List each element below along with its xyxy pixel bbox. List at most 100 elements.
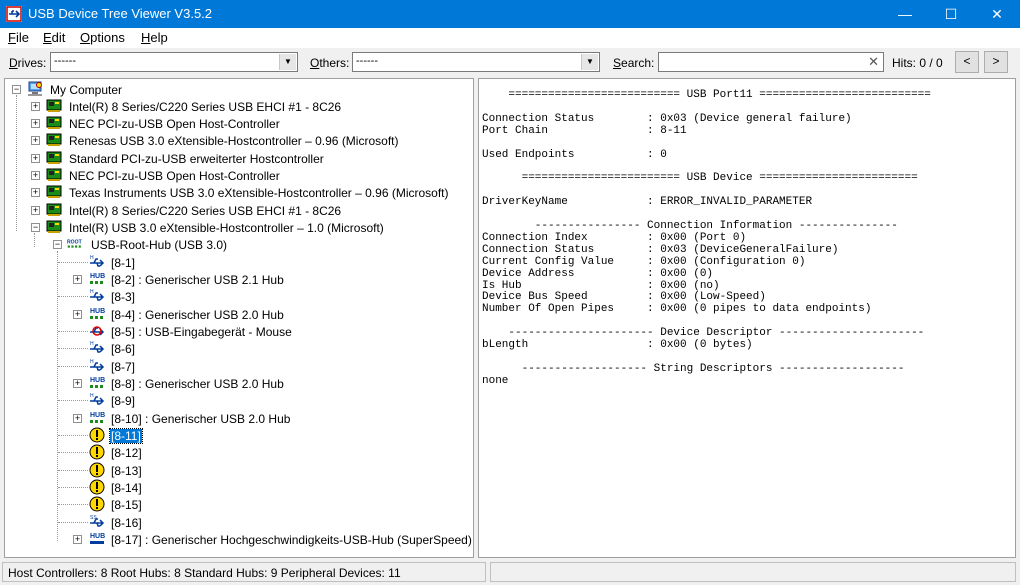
others-select[interactable]: ------ ▼ <box>352 52 600 72</box>
port-node[interactable]: + HUB [8-4] : Generischer USB 2.0 Hub <box>5 306 465 323</box>
usb-port-icon: H <box>90 393 105 405</box>
next-hit-button[interactable]: > <box>984 51 1008 73</box>
expand-icon[interactable]: + <box>31 102 40 111</box>
expand-icon[interactable]: + <box>73 310 82 319</box>
svg-text:HUB: HUB <box>90 533 105 540</box>
host-controller-node[interactable]: − Intel(R) USB 3.0 eXtensible-Hostcontro… <box>5 219 465 236</box>
status-pane-secondary <box>490 562 1016 582</box>
expand-icon[interactable]: + <box>31 188 40 197</box>
computer-icon <box>28 81 42 96</box>
status-bar: Host Controllers: 8 Root Hubs: 8 Standar… <box>0 560 1020 585</box>
usb-port-icon: H <box>90 359 105 371</box>
warning-icon <box>89 427 105 443</box>
menu-options[interactable]: Options <box>80 30 125 45</box>
host-controller-node[interactable]: + Intel(R) 8 Series/C220 Series USB EHCI… <box>5 98 465 115</box>
pci-card-icon <box>46 116 62 129</box>
clear-search-icon[interactable]: ✕ <box>868 54 879 70</box>
menu-file[interactable]: File <box>8 30 29 45</box>
port-label: [8-16] <box>111 516 142 530</box>
detail-panel[interactable]: ========================== USB Port11 ==… <box>478 78 1016 558</box>
port-node[interactable]: [8-12] <box>5 444 465 461</box>
search-label: Search: <box>613 56 655 70</box>
port-label: [8-14] <box>111 481 142 495</box>
usb-hub-icon: HUB <box>90 412 105 423</box>
device-tree[interactable]: − My Computer + Intel(R) 8 Series/C220 S… <box>4 78 474 558</box>
pci-card-icon <box>46 220 62 233</box>
tree-connector <box>58 366 88 367</box>
port-label: [8-1] <box>111 256 136 270</box>
host-controller-label: NEC PCI-zu-USB Open Host-Controller <box>69 169 280 183</box>
search-box[interactable]: ✕ <box>658 52 884 72</box>
host-controller-node[interactable]: + NEC PCI-zu-USB Open Host-Controller <box>5 167 465 184</box>
host-controller-node[interactable]: + Intel(R) 8 Series/C220 Series USB EHCI… <box>5 202 465 219</box>
expand-icon[interactable]: + <box>31 206 40 215</box>
drives-value: ------ <box>54 55 76 67</box>
expand-icon[interactable]: + <box>73 275 82 284</box>
search-input[interactable] <box>661 54 865 72</box>
pci-card-icon <box>46 168 62 181</box>
tree-connector <box>58 487 88 488</box>
host-controller-node[interactable]: + Texas Instruments USB 3.0 eXtensible-H… <box>5 184 465 201</box>
port-label: [8-12] <box>111 446 142 460</box>
expand-icon[interactable]: + <box>31 119 40 128</box>
minimize-button[interactable]: — <box>882 0 928 28</box>
expand-icon[interactable]: + <box>73 414 82 423</box>
port-node[interactable]: H [8-7] <box>5 358 465 375</box>
pci-card-icon <box>46 151 62 164</box>
root-hub-node[interactable]: − ROOT USB-Root-Hub (USB 3.0) <box>5 236 465 253</box>
chevron-down-icon[interactable]: ▼ <box>279 54 296 70</box>
close-button[interactable]: ✕ <box>974 0 1020 28</box>
port-node[interactable]: + HUB [8-8] : Generischer USB 2.0 Hub <box>5 375 465 392</box>
port-node[interactable]: H [8-1] <box>5 254 465 271</box>
port-label: [8-10] : Generischer USB 2.0 Hub <box>111 412 291 426</box>
expand-icon[interactable]: + <box>31 136 40 145</box>
expand-icon[interactable]: + <box>73 535 82 544</box>
svg-text:HUB: HUB <box>90 412 105 419</box>
host-controller-node[interactable]: + NEC PCI-zu-USB Open Host-Controller <box>5 115 465 132</box>
port-node-selected[interactable]: [8-11] <box>5 427 465 444</box>
collapse-icon[interactable]: − <box>31 223 40 232</box>
port-node[interactable]: [8-5] : USB-Eingabegerät - Mouse <box>5 323 465 340</box>
port-node[interactable]: [8-13] <box>5 462 465 479</box>
tree-root-node[interactable]: − My Computer <box>5 81 465 98</box>
port-label: [8-2] : Generischer USB 2.1 Hub <box>111 273 284 287</box>
expand-icon[interactable]: + <box>73 379 82 388</box>
host-controller-node[interactable]: + Standard PCI-zu-USB erweiterter Hostco… <box>5 150 465 167</box>
collapse-icon[interactable]: − <box>12 85 21 94</box>
port-node[interactable]: H [8-9] <box>5 392 465 409</box>
root-hub-label: USB-Root-Hub (USB 3.0) <box>91 238 228 252</box>
collapse-icon[interactable]: − <box>53 240 62 249</box>
warning-icon <box>89 444 105 460</box>
host-controller-node[interactable]: + Renesas USB 3.0 eXtensible-Hostcontrol… <box>5 132 465 149</box>
chevron-down-icon[interactable]: ▼ <box>581 54 598 70</box>
port-node[interactable]: + HUB [8-17] : Generischer Hochgeschwind… <box>5 531 472 548</box>
tree-connector <box>58 504 88 505</box>
port-node[interactable]: SS [8-16] <box>5 514 465 531</box>
host-controller-label: Standard PCI-zu-USB erweiterter Hostcont… <box>69 152 324 166</box>
previous-hit-button[interactable]: < <box>955 51 979 73</box>
port-label: [8-9] <box>111 394 136 408</box>
port-label: [8-3] <box>111 290 136 304</box>
warning-icon <box>89 496 105 512</box>
port-label: [8-5] : USB-Eingabegerät - Mouse <box>111 325 292 339</box>
port-node[interactable]: + HUB [8-10] : Generischer USB 2.0 Hub <box>5 410 465 427</box>
menu-bar: File Edit Options Help <box>0 28 1020 48</box>
port-node[interactable]: [8-14] <box>5 479 465 496</box>
tree-connector <box>58 348 88 349</box>
expand-icon[interactable]: + <box>31 154 40 163</box>
port-node[interactable]: [8-15] <box>5 496 465 513</box>
expand-icon[interactable]: + <box>31 171 40 180</box>
tree-connector <box>58 262 88 263</box>
menu-edit[interactable]: Edit <box>43 30 65 45</box>
tree-connector <box>58 296 88 297</box>
svg-text:HUB: HUB <box>90 377 105 384</box>
svg-text:HUB: HUB <box>90 308 105 315</box>
pci-card-icon <box>46 133 62 146</box>
port-node[interactable]: H [8-6] <box>5 340 465 357</box>
drives-label: Drives: <box>9 56 47 70</box>
maximize-button[interactable]: ☐ <box>928 0 974 28</box>
port-node[interactable]: H [8-3] <box>5 288 465 305</box>
menu-help[interactable]: Help <box>141 30 168 45</box>
port-node[interactable]: + HUB [8-2] : Generischer USB 2.1 Hub <box>5 271 465 288</box>
drives-select[interactable]: ------ ▼ <box>50 52 298 72</box>
